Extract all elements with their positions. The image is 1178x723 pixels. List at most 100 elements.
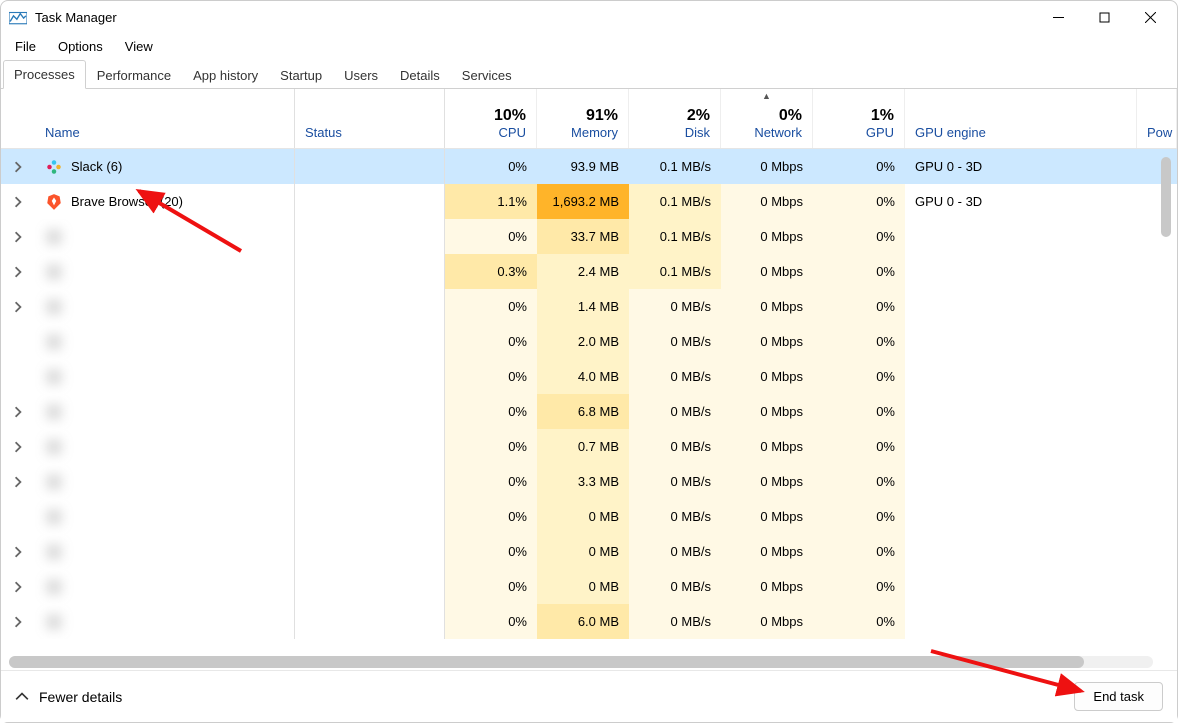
table-row[interactable]: 0%33.7 MB0.1 MB/s0 Mbps0% bbox=[1, 219, 1177, 254]
power-cell bbox=[1137, 254, 1177, 289]
column-header-gpu[interactable]: 1%GPU bbox=[813, 89, 905, 148]
process-name-cell bbox=[35, 464, 295, 499]
column-header-gpu-engine[interactable]: GPU engine bbox=[905, 89, 1137, 148]
column-header-cpu[interactable]: 10%CPU bbox=[445, 89, 537, 148]
status-cell bbox=[295, 499, 445, 534]
table-row[interactable]: 0%6.0 MB0 MB/s0 Mbps0% bbox=[1, 604, 1177, 639]
expand-toggle[interactable] bbox=[1, 429, 35, 464]
table-row[interactable]: 0%0.7 MB0 MB/s0 Mbps0% bbox=[1, 429, 1177, 464]
tab-performance[interactable]: Performance bbox=[86, 61, 182, 89]
window-title: Task Manager bbox=[35, 10, 117, 25]
horizontal-scrollbar[interactable] bbox=[9, 656, 1153, 668]
process-name-cell bbox=[35, 569, 295, 604]
table-row[interactable]: 0%0 MB0 MB/s0 Mbps0% bbox=[1, 569, 1177, 604]
close-button[interactable] bbox=[1127, 1, 1173, 33]
tab-startup[interactable]: Startup bbox=[269, 61, 333, 89]
process-icon bbox=[45, 228, 63, 246]
memory-cell: 2.4 MB bbox=[537, 254, 629, 289]
disk-cell: 0.1 MB/s bbox=[629, 184, 721, 219]
disk-cell: 0 MB/s bbox=[629, 394, 721, 429]
expand-toggle[interactable] bbox=[1, 534, 35, 569]
process-icon bbox=[45, 578, 63, 596]
table-row[interactable]: 0%0 MB0 MB/s0 Mbps0% bbox=[1, 534, 1177, 569]
end-task-button[interactable]: End task bbox=[1074, 682, 1163, 711]
table-row[interactable]: Brave Browser (20)1.1%1,693.2 MB0.1 MB/s… bbox=[1, 184, 1177, 219]
gpu-engine-cell: GPU 0 - 3D bbox=[905, 149, 1137, 184]
memory-cell: 33.7 MB bbox=[537, 219, 629, 254]
column-header-memory[interactable]: 91%Memory bbox=[537, 89, 629, 148]
table-row[interactable]: 0%6.8 MB0 MB/s0 Mbps0% bbox=[1, 394, 1177, 429]
table-row[interactable]: Slack (6)0%93.9 MB0.1 MB/s0 Mbps0%GPU 0 … bbox=[1, 149, 1177, 184]
process-icon bbox=[45, 543, 63, 561]
expand-toggle[interactable] bbox=[1, 184, 35, 219]
disk-cell: 0 MB/s bbox=[629, 359, 721, 394]
table-row[interactable]: 0.3%2.4 MB0.1 MB/s0 Mbps0% bbox=[1, 254, 1177, 289]
column-header-network[interactable]: ▲ 0%Network bbox=[721, 89, 813, 148]
process-name-cell bbox=[35, 534, 295, 569]
expand-toggle[interactable] bbox=[1, 219, 35, 254]
table-row[interactable]: 0%2.0 MB0 MB/s0 Mbps0% bbox=[1, 324, 1177, 359]
table-row[interactable]: 0%1.4 MB0 MB/s0 Mbps0% bbox=[1, 289, 1177, 324]
cpu-cell: 0% bbox=[445, 219, 537, 254]
gpu-cell: 0% bbox=[813, 534, 905, 569]
minimize-button[interactable] bbox=[1035, 1, 1081, 33]
power-cell bbox=[1137, 394, 1177, 429]
gpu-engine-cell: GPU 0 - 3D bbox=[905, 184, 1137, 219]
cpu-cell: 1.1% bbox=[445, 184, 537, 219]
tab-app-history[interactable]: App history bbox=[182, 61, 269, 89]
maximize-button[interactable] bbox=[1081, 1, 1127, 33]
fewer-details-link[interactable]: Fewer details bbox=[39, 689, 122, 705]
expand-toggle[interactable] bbox=[1, 604, 35, 639]
power-cell bbox=[1137, 359, 1177, 394]
network-cell: 0 Mbps bbox=[721, 184, 813, 219]
power-cell bbox=[1137, 184, 1177, 219]
tab-details[interactable]: Details bbox=[389, 61, 451, 89]
table-row[interactable]: 0%0 MB0 MB/s0 Mbps0% bbox=[1, 499, 1177, 534]
expand-toggle[interactable] bbox=[1, 149, 35, 184]
column-header-status[interactable]: Status bbox=[295, 89, 445, 148]
process-icon bbox=[45, 333, 63, 351]
horizontal-scrollbar-thumb[interactable] bbox=[9, 656, 1084, 668]
gpu-cell: 0% bbox=[813, 324, 905, 359]
power-cell bbox=[1137, 219, 1177, 254]
tab-users[interactable]: Users bbox=[333, 61, 389, 89]
chevron-up-icon[interactable] bbox=[15, 690, 29, 704]
column-header-name[interactable]: Name bbox=[35, 89, 295, 148]
chevron-right-icon bbox=[12, 266, 24, 278]
table-row[interactable]: 0%4.0 MB0 MB/s0 Mbps0% bbox=[1, 359, 1177, 394]
menu-file[interactable]: File bbox=[5, 36, 46, 57]
process-name-cell bbox=[35, 429, 295, 464]
expand-toggle[interactable] bbox=[1, 289, 35, 324]
network-cell: 0 Mbps bbox=[721, 254, 813, 289]
menu-view[interactable]: View bbox=[115, 36, 163, 57]
chevron-right-icon bbox=[12, 476, 24, 488]
gpu-cell: 0% bbox=[813, 604, 905, 639]
expand-toggle[interactable] bbox=[1, 394, 35, 429]
chevron-right-icon bbox=[12, 231, 24, 243]
process-icon bbox=[45, 613, 63, 631]
gpu-engine-cell bbox=[905, 499, 1137, 534]
status-cell bbox=[295, 429, 445, 464]
power-cell bbox=[1137, 569, 1177, 604]
table-row[interactable]: 0%3.3 MB0 MB/s0 Mbps0% bbox=[1, 464, 1177, 499]
tab-processes[interactable]: Processes bbox=[3, 60, 86, 89]
column-header-power[interactable]: Pow bbox=[1137, 89, 1177, 148]
status-cell bbox=[295, 149, 445, 184]
memory-cell: 0 MB bbox=[537, 569, 629, 604]
vertical-scrollbar[interactable] bbox=[1161, 157, 1171, 237]
network-cell: 0 Mbps bbox=[721, 534, 813, 569]
tab-services[interactable]: Services bbox=[451, 61, 523, 89]
network-cell: 0 Mbps bbox=[721, 324, 813, 359]
expand-toggle[interactable] bbox=[1, 464, 35, 499]
network-cell: 0 Mbps bbox=[721, 289, 813, 324]
menu-options[interactable]: Options bbox=[48, 36, 113, 57]
memory-cell: 93.9 MB bbox=[537, 149, 629, 184]
column-header-disk[interactable]: 2%Disk bbox=[629, 89, 721, 148]
status-cell bbox=[295, 464, 445, 499]
gpu-engine-cell bbox=[905, 359, 1137, 394]
expand-toggle[interactable] bbox=[1, 254, 35, 289]
expand-toggle[interactable] bbox=[1, 569, 35, 604]
sort-indicator-icon: ▲ bbox=[762, 91, 771, 101]
table-body[interactable]: Slack (6)0%93.9 MB0.1 MB/s0 Mbps0%GPU 0 … bbox=[1, 149, 1177, 658]
disk-cell: 0.1 MB/s bbox=[629, 219, 721, 254]
